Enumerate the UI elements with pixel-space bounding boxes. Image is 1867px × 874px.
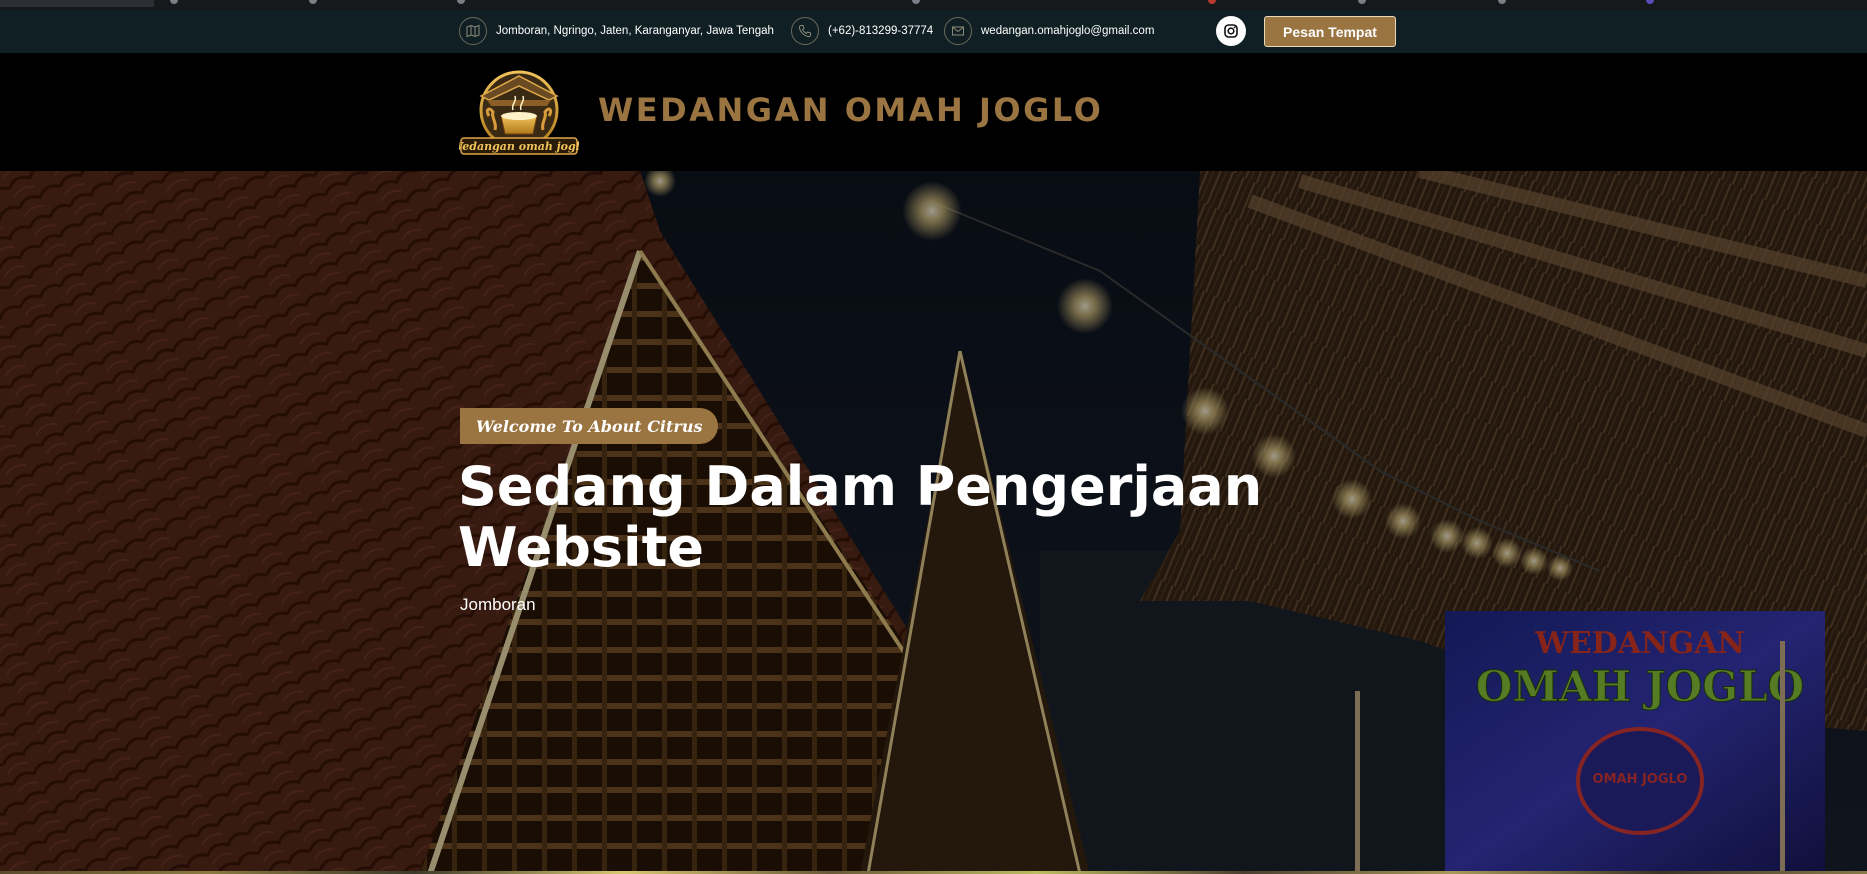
browser-tab-favicon[interactable] — [1208, 0, 1216, 4]
mail-icon — [944, 17, 972, 45]
site-logo[interactable]: Wedangan omah joglo — [451, 66, 587, 158]
browser-tab-favicon[interactable] — [1498, 0, 1506, 4]
brand-name[interactable]: WEDANGAN OMAH JOGLO — [598, 91, 1103, 129]
hero-subtitle: Jomboran — [460, 595, 536, 614]
hero-section: WEDANGAN OMAH JOGLO OMAH JOGLO Welcome T… — [0, 171, 1867, 874]
browser-tab-favicon[interactable] — [1646, 0, 1654, 4]
phone-info[interactable]: (+62)-813299-37774 — [791, 16, 933, 46]
logo-text: Wedangan omah joglo — [459, 140, 579, 153]
browser-tab-favicon[interactable] — [457, 0, 465, 4]
browser-tab-favicon[interactable] — [170, 0, 178, 4]
phone-text[interactable]: (+62)-813299-37774 — [828, 25, 933, 37]
welcome-badge: Welcome To About Citrus — [460, 408, 719, 444]
map-icon — [459, 17, 487, 45]
browser-active-tab[interactable] — [0, 0, 154, 7]
address-text: Jomboran, Ngringo, Jaten, Karanganyar, J… — [496, 25, 774, 37]
site-header: Wedangan omah joglo WEDANGAN OMAH JOGLO — [0, 53, 1867, 171]
browser-tab-favicon[interactable] — [1358, 0, 1366, 4]
phone-icon — [791, 17, 819, 45]
instagram-icon[interactable] — [1216, 16, 1246, 46]
hero-title: Sedang Dalam Pengerjaan Website — [458, 455, 1263, 579]
top-contact-bar: Jomboran, Ngringo, Jaten, Karanganyar, J… — [0, 10, 1867, 53]
book-table-button[interactable]: Pesan Tempat — [1264, 16, 1396, 47]
browser-tab-favicon[interactable] — [309, 0, 317, 4]
browser-tab-favicon[interactable] — [912, 0, 920, 4]
email-text[interactable]: wedangan.omahjoglo@gmail.com — [981, 25, 1154, 37]
email-info[interactable]: wedangan.omahjoglo@gmail.com — [944, 16, 1154, 46]
address-info: Jomboran, Ngringo, Jaten, Karanganyar, J… — [459, 16, 774, 46]
browser-tab-strip — [0, 0, 1867, 10]
